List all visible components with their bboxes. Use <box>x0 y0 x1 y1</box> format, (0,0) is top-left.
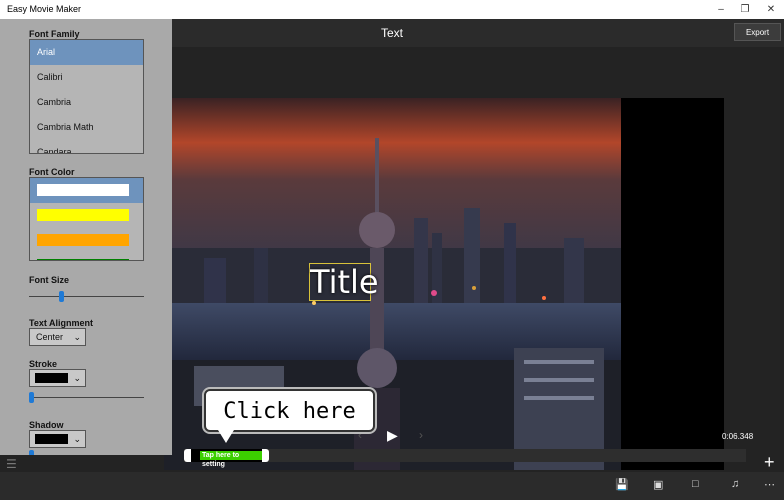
font-color-list[interactable] <box>29 177 144 261</box>
clip-label[interactable]: Tap here to setting <box>200 451 262 468</box>
font-color-label: Font Color <box>29 167 75 177</box>
slider-thumb[interactable] <box>29 392 34 403</box>
slider-thumb[interactable] <box>59 291 64 302</box>
callout-tail <box>218 430 234 443</box>
font-item-cambria[interactable]: Cambria <box>30 90 143 115</box>
text-alignment-label: Text Alignment <box>29 318 94 328</box>
color-swatch <box>37 259 129 260</box>
chevron-down-icon: ⌄ <box>73 373 81 383</box>
color-swatch <box>37 184 129 196</box>
callout-text: Click here <box>223 399 356 424</box>
color-item-yellow[interactable] <box>30 203 143 228</box>
app-title: Easy Movie Maker <box>7 4 82 14</box>
text-clip[interactable]: Tap here to setting <box>184 449 269 468</box>
text-alignment-value: Center <box>36 332 64 342</box>
color-item-orange[interactable] <box>30 228 143 253</box>
stroke-slider[interactable] <box>29 392 144 403</box>
text-settings-panel: Font Family Arial Calibri Cambria Cambri… <box>0 19 172 455</box>
slider-track <box>29 397 144 398</box>
color-item-white[interactable] <box>30 178 143 203</box>
font-size-label: Font Size <box>29 275 69 285</box>
next-icon[interactable]: › <box>419 428 423 442</box>
save-icon[interactable]: 💾 <box>615 478 629 491</box>
text-alignment-select[interactable]: Center ⌄ <box>29 328 86 346</box>
stroke-color-select[interactable]: ⌄ <box>29 369 86 387</box>
font-item-arial[interactable]: Arial <box>30 40 143 65</box>
slider-track <box>29 296 144 297</box>
video-icon[interactable]: ▣ <box>653 478 663 491</box>
chevron-down-icon: ⌄ <box>73 332 81 342</box>
title-text-overlay[interactable]: Title <box>309 263 379 301</box>
font-family-list[interactable]: Arial Calibri Cambria Cambria Math Canda… <box>29 39 144 154</box>
stroke-label: Stroke <box>29 359 58 369</box>
play-icon[interactable]: ▶ <box>387 427 398 444</box>
color-swatch <box>37 234 129 246</box>
stroke-color-swatch <box>35 373 68 383</box>
comment-icon[interactable]: □ <box>692 478 699 490</box>
font-item-candara[interactable]: Candara <box>30 140 143 153</box>
export-video-button[interactable]: Export Video <box>734 23 781 55</box>
window-titlebar: Easy Movie Maker – ❐ ✕ <box>0 0 784 19</box>
more-icon[interactable]: ⋯ <box>764 478 775 491</box>
font-size-slider[interactable] <box>29 291 144 302</box>
playback-time: 0:06.348 <box>722 432 754 441</box>
font-item-calibri[interactable]: Calibri <box>30 65 143 90</box>
color-swatch <box>37 209 129 221</box>
color-item-green[interactable] <box>30 253 143 260</box>
tutorial-callout: Click here <box>204 389 375 432</box>
music-icon[interactable]: ♫ <box>731 478 739 490</box>
font-family-label: Font Family <box>29 29 80 39</box>
timeline-track[interactable]: Tap here to setting <box>184 449 746 468</box>
bottom-app-bar: 💾 ▣ □ ♫ ⋯ <box>0 472 784 500</box>
font-item-cambria-math[interactable]: Cambria Math <box>30 115 143 140</box>
close-icon[interactable]: ✕ <box>756 0 784 19</box>
